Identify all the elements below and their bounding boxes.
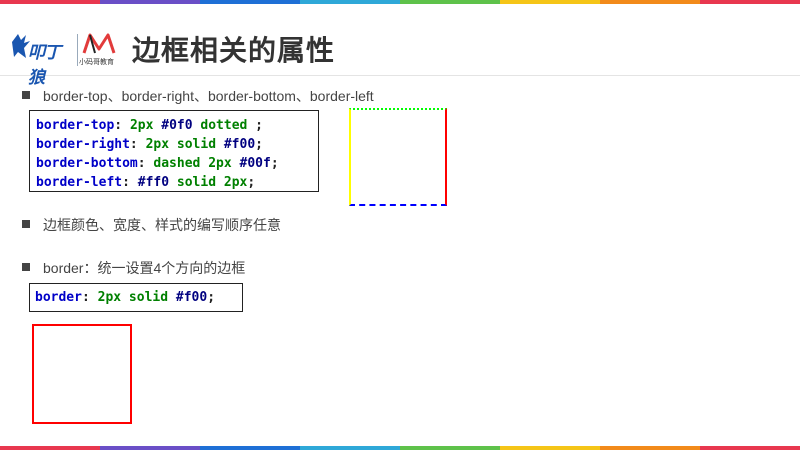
code-line: border: 2px solid #f00; bbox=[35, 290, 216, 305]
border-shorthand-demo-box bbox=[32, 324, 132, 424]
logo-subtitle: 小码哥教育 bbox=[79, 59, 114, 66]
bottom-color-bar bbox=[0, 446, 800, 450]
bullet-marker bbox=[22, 263, 30, 271]
code-line: border-left: #ff0 solid 2px; bbox=[36, 175, 256, 190]
code-line: border-right: 2px solid #f00; bbox=[36, 137, 263, 152]
logo-text: 叩丁狼 bbox=[28, 43, 61, 87]
bullet-marker bbox=[22, 220, 30, 228]
xmg-logo-icon bbox=[82, 33, 116, 54]
code-line: border-top: 2px #0f0 dotted ; bbox=[36, 118, 264, 133]
code-block-sides: border-top: 2px #0f0 dotted ; border-rig… bbox=[29, 110, 319, 192]
logo-divider bbox=[77, 34, 78, 66]
slide-header: 叩丁狼 小码哥教育 边框相关的属性 bbox=[0, 4, 800, 87]
code-line: border-bottom: dashed 2px #00f; bbox=[36, 156, 279, 171]
xmg-logo: 小码哥教育 bbox=[79, 31, 122, 67]
wolfcode-logo: 叩丁狼 bbox=[10, 32, 74, 87]
bullet-text: border-top、border-right、border-bottom、bo… bbox=[43, 88, 374, 104]
bullet-text: 边框颜色、宽度、样式的编写顺序任意 bbox=[43, 217, 281, 233]
bullet-text: border：统一设置4个方向的边框 bbox=[43, 260, 246, 276]
border-sides-demo-box bbox=[349, 108, 447, 206]
bullet-marker bbox=[22, 91, 30, 99]
page-title: 边框相关的属性 bbox=[132, 35, 336, 66]
code-block-border: border: 2px solid #f00; bbox=[29, 283, 243, 312]
